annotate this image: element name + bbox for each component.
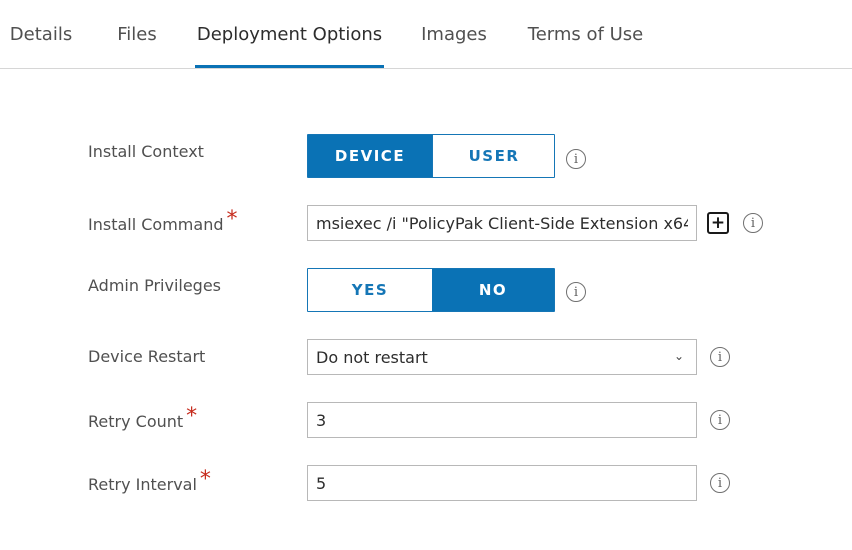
admin-privileges-yes-option[interactable]: YES — [308, 269, 432, 311]
retry-interval-label-text: Retry Interval — [88, 474, 197, 494]
install-context-toggle: DEVICE USER — [307, 134, 555, 178]
info-icon[interactable]: i — [566, 282, 586, 302]
install-command-label-text: Install Command — [88, 214, 224, 234]
active-tab-indicator — [195, 65, 384, 68]
tab-bar: Details Files Deployment Options Images … — [0, 0, 852, 69]
info-icon[interactable]: i — [710, 473, 730, 493]
plus-box-icon[interactable]: + — [707, 212, 729, 234]
retry-interval-input[interactable]: 5 — [307, 465, 697, 501]
info-icon[interactable]: i — [710, 347, 730, 367]
device-restart-select[interactable]: Do not restart ⌄ — [307, 339, 697, 375]
install-command-input[interactable]: msiexec /i "PolicyPak Client-Side Extens… — [307, 205, 697, 241]
device-restart-label: Device Restart — [88, 347, 205, 366]
install-command-label: Install Command * — [88, 209, 237, 235]
install-command-value: msiexec /i "PolicyPak Client-Side Extens… — [316, 213, 688, 233]
tab-terms-of-use[interactable]: Terms of Use — [523, 0, 648, 68]
tab-images[interactable]: Images — [414, 0, 494, 68]
retry-count-label: Retry Count * — [88, 406, 197, 432]
required-asterisk: * — [199, 467, 211, 492]
admin-privileges-label-text: Admin Privileges — [88, 276, 222, 295]
required-asterisk: * — [186, 404, 198, 429]
info-icon[interactable]: i — [566, 149, 586, 169]
install-context-label: Install Context — [88, 142, 204, 161]
retry-count-input[interactable]: 3 — [307, 402, 697, 438]
admin-privileges-no-option[interactable]: NO — [432, 269, 554, 311]
tab-deployment-options[interactable]: Deployment Options — [195, 0, 384, 68]
retry-count-label-text: Retry Count — [88, 411, 184, 431]
required-asterisk: * — [226, 207, 238, 232]
device-restart-label-text: Device Restart — [88, 347, 206, 366]
admin-privileges-toggle: YES NO — [307, 268, 555, 312]
info-icon[interactable]: i — [710, 410, 730, 430]
tab-details[interactable]: Details — [0, 0, 82, 68]
info-icon[interactable]: i — [743, 213, 763, 233]
chevron-down-icon: ⌄ — [673, 349, 684, 363]
install-context-user-option[interactable]: USER — [432, 135, 554, 177]
retry-interval-label: Retry Interval * — [88, 469, 211, 495]
tab-files[interactable]: Files — [100, 0, 174, 68]
admin-privileges-label: Admin Privileges — [88, 276, 221, 295]
retry-count-value: 3 — [316, 410, 327, 430]
device-restart-value: Do not restart — [316, 347, 428, 367]
install-context-label-text: Install Context — [88, 142, 204, 161]
retry-interval-value: 5 — [316, 473, 327, 493]
install-context-device-option[interactable]: DEVICE — [308, 135, 432, 177]
